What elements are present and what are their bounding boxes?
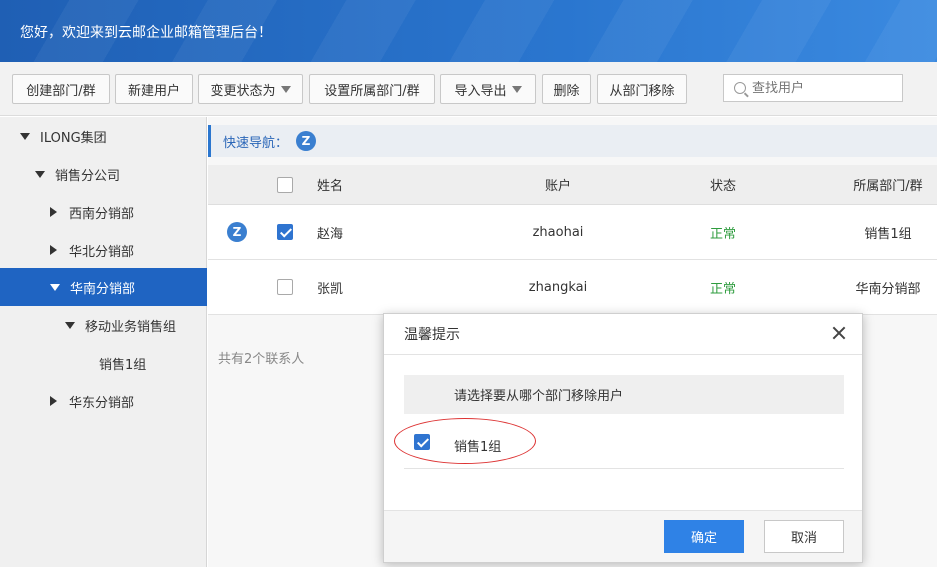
search-box[interactable] <box>723 74 903 102</box>
delete-button[interactable]: 删除 <box>542 74 591 104</box>
select-all-checkbox[interactable] <box>277 176 293 193</box>
tree-item-north[interactable]: 华北分销部 <box>0 231 207 269</box>
dialog-header: 温馨提示 <box>384 314 862 355</box>
table-row[interactable]: 张凯 zhangkai 正常 华南分销部 <box>208 260 937 315</box>
user-status: 正常 <box>709 281 736 297</box>
close-icon[interactable] <box>832 326 846 340</box>
caret-down-icon[interactable] <box>35 170 45 178</box>
search-icon <box>734 82 746 94</box>
tree-item-label: 华东分销部 <box>69 395 135 411</box>
caret-down-icon[interactable] <box>50 283 60 291</box>
quick-nav: 快速导航： Z <box>208 125 937 157</box>
col-dept: 所属部门/群 <box>853 179 923 194</box>
create-dept-button[interactable]: 创建部门/群 <box>12 74 110 104</box>
import-export-label: 导入导出 <box>454 83 507 99</box>
tree-item-south[interactable]: 华南分销部 <box>0 268 207 306</box>
import-export-dropdown[interactable]: 导入导出 <box>440 74 536 104</box>
tree-item-label: ILONG集团 <box>40 130 107 146</box>
row-checkbox-cell <box>277 260 293 314</box>
chevron-down-icon <box>511 85 522 93</box>
caret-right-icon[interactable] <box>50 396 57 406</box>
letter-z-badge[interactable]: Z <box>296 131 317 151</box>
tree-item-label: 销售1组 <box>99 357 147 373</box>
table-header: 姓名 账户 状态 所属部门/群 <box>208 165 937 205</box>
user-dept: 销售1组 <box>864 226 912 242</box>
table-row[interactable]: Z 赵海 zhaohai 正常 销售1组 <box>208 205 937 260</box>
col-status: 状态 <box>709 179 736 194</box>
user-account: zhangkai <box>528 279 588 295</box>
row-checkbox[interactable] <box>277 279 293 295</box>
tree-item-label: 西南分销部 <box>69 206 135 222</box>
select-all-cell <box>277 165 293 204</box>
confirm-button[interactable]: 确定 <box>664 520 744 553</box>
row-badge-cell: Z <box>227 205 247 259</box>
cancel-button[interactable]: 取消 <box>764 520 844 553</box>
row-checkbox-cell <box>277 205 293 259</box>
change-status-dropdown[interactable]: 变更状态为 <box>198 74 303 104</box>
user-name: 张凯 <box>317 281 344 297</box>
caret-right-icon[interactable] <box>50 207 57 217</box>
row-checkbox[interactable] <box>277 224 293 240</box>
contact-count: 共有2个联系人 <box>218 352 305 367</box>
chevron-down-icon <box>280 85 291 93</box>
set-dept-button[interactable]: 设置所属部门/群 <box>309 74 435 104</box>
remove-from-dept-button[interactable]: 从部门移除 <box>597 74 687 104</box>
caret-right-icon[interactable] <box>50 245 57 255</box>
letter-z-badge: Z <box>227 222 247 242</box>
tree-item-east[interactable]: 华东分销部 <box>0 382 207 420</box>
col-account: 账户 <box>544 179 571 194</box>
caret-down-icon[interactable] <box>20 132 30 140</box>
quick-nav-label: 快速导航： <box>223 135 289 151</box>
col-name: 姓名 <box>317 179 344 194</box>
tree-item-label: 华北分销部 <box>69 244 135 260</box>
tree-item-sales-company[interactable]: 销售分公司 <box>0 155 207 193</box>
change-status-label: 变更状态为 <box>210 83 276 99</box>
tree-item-sales-group-1[interactable]: 销售1组 <box>0 344 207 382</box>
dialog-prompt: 请选择要从哪个部门移除用户 <box>404 375 844 414</box>
red-annotation-ellipse <box>394 418 536 464</box>
search-input[interactable] <box>752 80 892 96</box>
tree-item-label: 移动业务销售组 <box>85 319 177 335</box>
tree-item-ilong[interactable]: ILONG集团 <box>0 117 207 155</box>
user-status: 正常 <box>709 226 736 242</box>
tree-item-label: 销售分公司 <box>55 168 121 184</box>
user-account: zhaohai <box>532 224 584 240</box>
top-banner: 您好，欢迎来到云邮企业邮箱管理后台！ <box>0 0 937 62</box>
toolbar: 创建部门/群 新建用户 变更状态为 设置所属部门/群 导入导出 删除 从部门移除 <box>0 62 937 116</box>
user-name: 赵海 <box>317 226 344 242</box>
tree-item-southwest[interactable]: 西南分销部 <box>0 193 207 231</box>
tree-item-label: 华南分销部 <box>70 281 136 297</box>
dialog-title: 温馨提示 <box>404 327 460 343</box>
remove-dept-dialog: 温馨提示 请选择要从哪个部门移除用户 销售1组 确定 取消 <box>383 313 863 563</box>
new-user-button[interactable]: 新建用户 <box>115 74 193 104</box>
welcome-title: 您好，欢迎来到云邮企业邮箱管理后台！ <box>20 25 272 41</box>
dept-tree: ILONG集团 销售分公司 西南分销部 华北分销部 华南分销部 移动业务销售组 … <box>0 117 207 567</box>
caret-down-icon[interactable] <box>65 321 75 329</box>
tree-item-mobile-sales[interactable]: 移动业务销售组 <box>0 306 207 344</box>
dialog-footer: 确定 取消 <box>384 510 862 562</box>
user-dept: 华南分销部 <box>855 281 921 297</box>
